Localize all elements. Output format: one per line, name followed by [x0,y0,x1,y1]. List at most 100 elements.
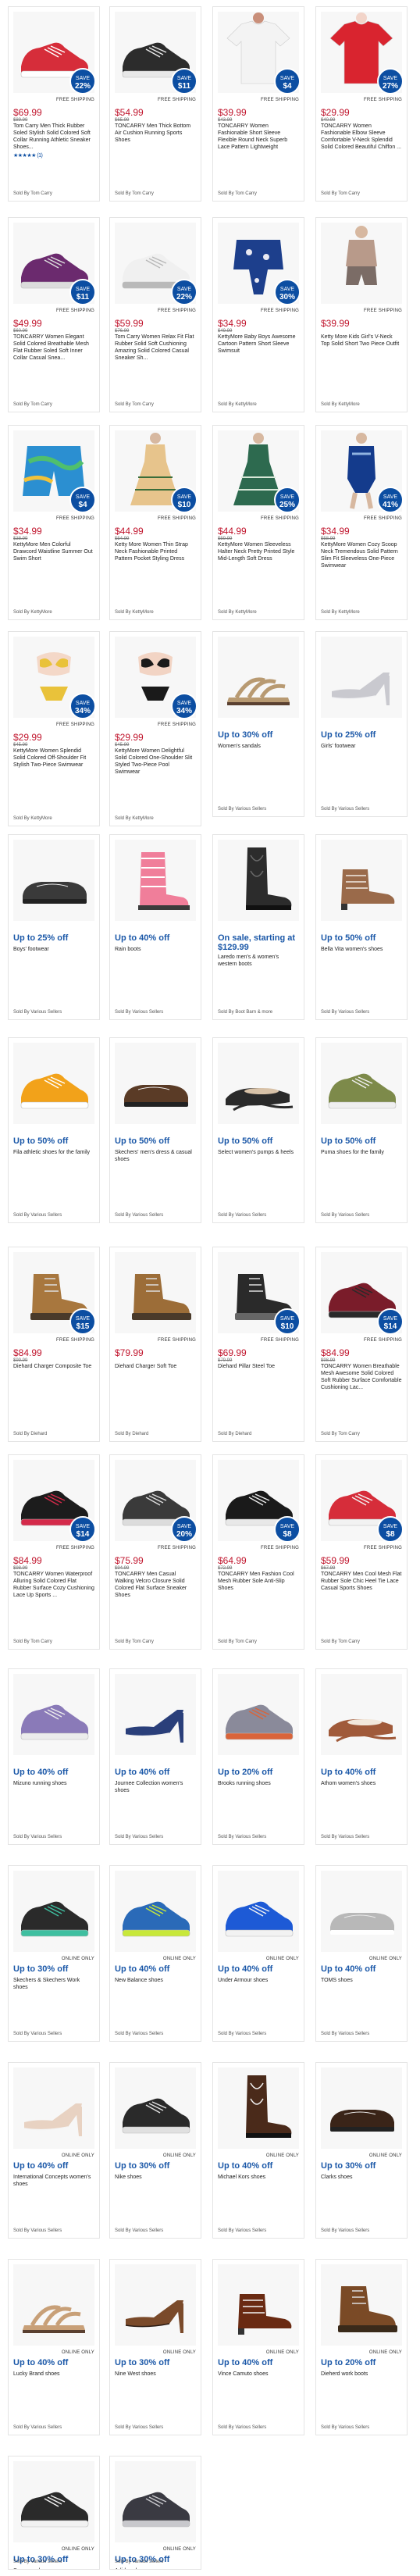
product-card[interactable]: SAVE $15 FREE SHIPPING $84.99 $99.99 Diehard … [8,1247,100,1442]
promo-image[interactable] [218,840,299,921]
product-image[interactable]: SAVE $4 [13,430,96,513]
promo-image[interactable] [321,637,402,718]
promo-image[interactable] [13,1674,94,1755]
promo-image[interactable] [321,840,402,921]
promo-card[interactable]: Up to 40% off Rain boots Sold By Various S… [109,834,201,1020]
product-title[interactable]: TONCARRY Women Fashionable Short Sleeve … [218,123,299,151]
product-image[interactable] [115,1252,196,1333]
promo-card[interactable]: Up to 50% off Puma shoes for the family So… [315,1037,408,1223]
product-title[interactable]: TONCARRY Women Waterproof Alluring Solid… [13,1571,94,1599]
promo-description[interactable]: Bella Vita women's shoes [321,946,402,953]
product-title[interactable]: Diehard Charger Soft Toe [115,1363,196,1370]
promo-image[interactable] [321,1674,402,1755]
promo-description[interactable]: Laredo men's & women's western boots [218,954,299,968]
promo-card[interactable]: On sale, starting at $129.99 Laredo men's… [212,834,304,1020]
product-image[interactable]: SAVE $10 [115,430,198,513]
product-title[interactable]: KettyMore Women Splendid Solid Colored O… [13,747,94,769]
promo-description[interactable]: Clarks shoes [321,2174,402,2181]
product-title[interactable]: KettyMore Women Cozy Scoop Neck Tremendo… [321,541,402,569]
product-image[interactable] [321,223,402,304]
product-card[interactable]: SAVE 30% FREE SHIPPING $34.99 $49.99 KettyMor… [212,217,304,412]
product-card[interactable]: SAVE 27% FREE SHIPPING $29.99 $40.99 TONCARRY… [315,6,408,202]
promo-image[interactable] [115,1043,196,1124]
promo-card[interactable]: ONLINE ONLY Up to 40% off TOMS shoes Sold B… [315,1865,408,2042]
promo-description[interactable]: Nine West shoes [115,2371,196,2378]
promo-card[interactable]: ONLINE ONLY Up to 40% off Lucky Brand shoe… [8,2259,100,2435]
promo-card[interactable]: ONLINE ONLY Up to 40% off Under Armour sho… [212,1865,304,2042]
product-image[interactable]: SAVE 41% [321,430,404,513]
promo-image[interactable] [13,2068,94,2149]
product-title[interactable]: KettyMore Women Delightful Solid Colored… [115,747,196,776]
product-card[interactable]: SAVE 20% FREE SHIPPING $75.99 $94.99 TONCARRY… [109,1454,201,1650]
product-image[interactable]: SAVE 34% [115,637,198,719]
promo-image[interactable] [13,2264,94,2346]
promo-card[interactable]: Up to 25% off Girls' footwear Sold By Vari… [315,631,408,817]
product-title[interactable]: KettyMore Women Sleeveless Halter Neck P… [218,541,299,562]
promo-description[interactable]: Girls' footwear [321,743,402,750]
promo-description[interactable]: New Balance shoes [115,1977,196,1984]
product-image[interactable]: SAVE 22% [115,223,198,305]
product-card[interactable]: SAVE $14 FREE SHIPPING $84.99 $98.99 TONCARRY… [8,1454,100,1650]
promo-card[interactable]: ONLINE ONLY Up to 40% off New Balance shoe… [109,1865,201,2042]
promo-card[interactable]: Up to 30% off Women's sandals Sold By Vari… [212,631,304,817]
promo-card[interactable]: ONLINE ONLYUp to 30% offAdidas shoesSold… [109,2456,201,2570]
product-image[interactable]: SAVE 34% [13,637,96,719]
promo-description[interactable]: Skechers' men's dress & casual shoes [115,1149,196,1163]
promo-card[interactable]: ONLINE ONLYUp to 30% offSaucony shoesSol… [8,2456,100,2570]
product-title[interactable]: TONCARRY Men Casual Walking Velcro Closu… [115,1571,196,1599]
promo-card[interactable]: ONLINE ONLY Up to 40% off International Co… [8,2062,100,2239]
promo-description[interactable]: International Concepts women's shoes [13,2174,94,2188]
promo-image[interactable] [115,2068,196,2149]
product-image[interactable]: SAVE $8 [321,1460,404,1543]
promo-description[interactable]: Rain boots [115,946,196,953]
product-image[interactable]: SAVE $15 [13,1252,96,1335]
promo-image[interactable] [115,2264,196,2346]
product-image[interactable]: SAVE 25% [218,430,301,513]
promo-image[interactable] [13,840,94,921]
product-card[interactable]: SAVE $11 FREE SHIPPING $49.99 $60.99 TONCARRY… [8,217,100,412]
promo-card[interactable]: ONLINE ONLY Up to 30% off Nike shoes Sold B… [109,2062,201,2239]
product-title[interactable]: KettyMore Baby Boys Awesome Cartoon Patt… [218,334,299,355]
promo-image[interactable] [115,2461,196,2542]
product-title[interactable]: TONCARRY Women Fashionable Elbow Sleeve … [321,123,402,151]
promo-card[interactable]: Up to 40% off Mizuno running shoes Sold By… [8,1668,100,1845]
product-image[interactable]: SAVE $11 [115,12,198,95]
promo-description[interactable]: Puma shoes for the family [321,1149,402,1156]
promo-description[interactable]: TOMS shoes [321,1977,402,1984]
promo-card[interactable]: Up to 25% off Boys' footwear Sold By Vario… [8,834,100,1020]
product-title[interactable]: KettyMore Men Colorful Drawcord Waistlin… [13,541,94,562]
promo-card[interactable]: ONLINE ONLY Up to 30% off Skechers & Skech… [8,1865,100,2042]
product-title[interactable]: Tom Carry Women Relax Fit Flat Rubber So… [115,334,196,362]
product-title[interactable]: Tom Carry Men Thick Rubber Soled Stylish… [13,123,94,151]
promo-description[interactable]: Adidas shoes [115,2567,196,2569]
product-card[interactable]: SAVE 22% FREE SHIPPING $59.99 $76.99 Tom Carr… [109,217,201,412]
promo-description[interactable]: Skechers & Skechers Work shoes [13,1977,94,1991]
product-image[interactable]: SAVE 20% [115,1460,198,1543]
product-image[interactable]: SAVE $11 [13,223,96,305]
promo-card[interactable]: Up to 20% off Brooks running shoes Sold By… [212,1668,304,1845]
promo-description[interactable]: Boys' footwear [13,946,94,953]
product-title[interactable]: Ketty More Women Thin Strap Neck Fashion… [115,541,196,562]
promo-image[interactable] [321,2068,402,2149]
promo-image[interactable] [321,1043,402,1124]
promo-card[interactable]: ONLINE ONLY Up to 20% off Dieherd work boo… [315,2259,408,2435]
promo-card[interactable]: Up to 40% off Athom women's shoes Sold By … [315,1668,408,1845]
product-image[interactable]: SAVE $4 [218,12,301,95]
product-card[interactable]: SAVE $4 FREE SHIPPING $39.99 $43.99 TONCARRY … [212,6,304,202]
product-image[interactable]: SAVE 30% [218,223,301,305]
product-title[interactable]: Diehard Pillar Steel Toe [218,1363,299,1370]
promo-description[interactable]: Brooks running shoes [218,1780,299,1787]
product-card[interactable]: SAVE $10 FREE SHIPPING $44.99 $54.99 Ketty Mo… [109,425,201,620]
product-image[interactable]: SAVE $14 [13,1460,96,1543]
product-card[interactable]: SAVE $4 FREE SHIPPING $34.99 $38.99 KettyMore… [8,425,100,620]
product-title[interactable]: Ketty More Kids Girl's V-Neck Top Solid … [321,334,402,348]
product-title[interactable]: TONCARRY Men Fashion Cool Mesh Rubber So… [218,1571,299,1592]
promo-card[interactable]: Up to 40% off Journee Collection women's … [109,1668,201,1845]
product-card[interactable]: SAVE 41% FREE SHIPPING $34.99 $58.99 KettyMor… [315,425,408,620]
promo-image[interactable] [13,1871,94,1952]
promo-description[interactable]: Mizuno running shoes [13,1780,94,1787]
promo-image[interactable] [115,1871,196,1952]
product-card[interactable]: SAVE 25% FREE SHIPPING $44.99 $59.99 KettyMor… [212,425,304,620]
product-card[interactable]: SAVE $8 FREE SHIPPING $59.99 $67.99 TONCARRY … [315,1454,408,1650]
promo-description[interactable]: Athom women's shoes [321,1780,402,1787]
